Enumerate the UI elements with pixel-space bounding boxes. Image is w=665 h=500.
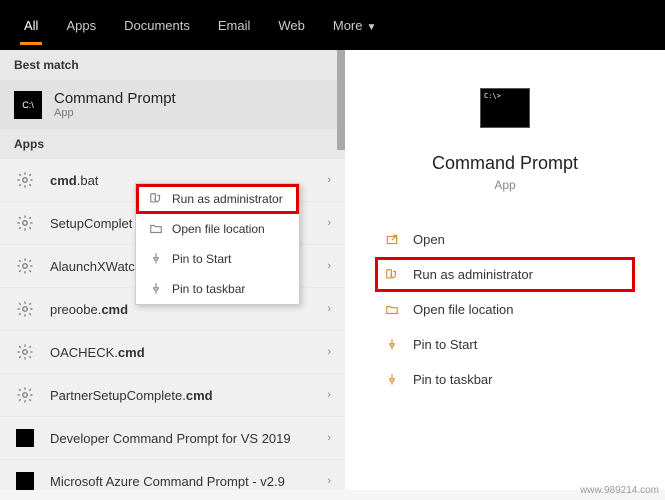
best-match-title: Command Prompt — [54, 90, 176, 107]
chevron-right-icon: › — [327, 475, 331, 487]
pin-icon — [379, 373, 405, 387]
chevron-right-icon: › — [327, 303, 331, 315]
settings-file-icon — [14, 212, 36, 234]
chevron-right-icon: › — [327, 432, 331, 444]
best-match-result[interactable]: C:\ Command Prompt App — [0, 80, 345, 129]
search-filter-tabs: All Apps Documents Email Web More▼ — [0, 0, 665, 50]
section-best-match: Best match — [0, 50, 345, 80]
context-menu-label: Pin to Start — [172, 252, 231, 266]
section-apps: Apps — [0, 129, 345, 159]
tab-web[interactable]: Web — [264, 6, 319, 45]
best-match-subtitle: App — [54, 107, 176, 119]
folder-icon — [379, 303, 405, 317]
action-item[interactable]: Pin to taskbar — [375, 362, 635, 397]
chevron-down-icon: ▼ — [366, 22, 376, 33]
command-prompt-icon — [14, 427, 36, 449]
chevron-right-icon: › — [327, 389, 331, 401]
app-result-label: preoobe.cmd — [50, 302, 128, 317]
app-result[interactable]: Developer Command Prompt for VS 2019 › — [0, 417, 345, 460]
preview-title: Command Prompt — [432, 153, 578, 174]
app-result[interactable]: Microsoft Azure Command Prompt - v2.9 › — [0, 460, 345, 490]
app-result-label: cmd.bat — [50, 173, 98, 188]
context-menu-item[interactable]: Pin to taskbar — [136, 274, 299, 304]
open-icon — [379, 233, 405, 247]
shield-icon — [146, 192, 166, 206]
action-label: Pin to taskbar — [413, 372, 493, 387]
action-label: Open — [413, 232, 445, 247]
app-result-label: Microsoft Azure Command Prompt - v2.9 — [50, 474, 285, 489]
chevron-right-icon: › — [327, 217, 331, 229]
context-menu-label: Pin to taskbar — [172, 282, 245, 296]
context-menu-label: Open file location — [172, 222, 265, 236]
context-menu: Run as administrator Open file location Pi… — [135, 183, 300, 305]
settings-file-icon — [14, 384, 36, 406]
settings-file-icon — [14, 341, 36, 363]
action-item[interactable]: Open file location — [375, 292, 635, 327]
folder-icon — [146, 222, 166, 236]
context-menu-item[interactable]: Open file location — [136, 214, 299, 244]
action-label: Run as administrator — [413, 267, 533, 282]
action-item[interactable]: Open — [375, 222, 635, 257]
action-label: Pin to Start — [413, 337, 477, 352]
app-result-label: PartnerSetupComplete.cmd — [50, 388, 213, 403]
chevron-right-icon: › — [327, 260, 331, 272]
watermark: www.989214.com — [580, 485, 659, 496]
settings-file-icon — [14, 298, 36, 320]
action-label: Open file location — [413, 302, 513, 317]
app-result-label: OACHECK.cmd — [50, 345, 145, 360]
settings-file-icon — [14, 255, 36, 277]
app-result[interactable]: PartnerSetupComplete.cmd › — [0, 374, 345, 417]
tab-more[interactable]: More▼ — [319, 6, 391, 45]
app-result-label: SetupComplet — [50, 216, 132, 231]
tab-documents[interactable]: Documents — [110, 6, 204, 45]
app-result-label: Developer Command Prompt for VS 2019 — [50, 431, 291, 446]
preview-subtitle: App — [494, 178, 515, 192]
command-prompt-icon — [14, 470, 36, 490]
chevron-right-icon: › — [327, 346, 331, 358]
settings-file-icon — [14, 169, 36, 191]
preview-panel: Command Prompt App Open Run as administra… — [345, 50, 665, 490]
tab-email[interactable]: Email — [204, 6, 265, 45]
context-menu-label: Run as administrator — [172, 192, 283, 206]
context-menu-item[interactable]: Run as administrator — [136, 184, 299, 214]
command-prompt-icon: C:\ — [14, 91, 42, 119]
shield-icon — [379, 268, 405, 282]
tab-all[interactable]: All — [10, 6, 52, 45]
pin-icon — [146, 282, 166, 296]
pin-icon — [379, 338, 405, 352]
app-result[interactable]: OACHECK.cmd › — [0, 331, 345, 374]
preview-app-icon — [480, 88, 530, 128]
pin-icon — [146, 252, 166, 266]
tab-apps[interactable]: Apps — [52, 6, 110, 45]
results-panel: Best match C:\ Command Prompt App Apps c… — [0, 50, 345, 490]
scrollbar[interactable] — [337, 50, 345, 150]
action-item[interactable]: Pin to Start — [375, 327, 635, 362]
chevron-right-icon: › — [327, 174, 331, 186]
context-menu-item[interactable]: Pin to Start — [136, 244, 299, 274]
action-item[interactable]: Run as administrator — [375, 257, 635, 292]
